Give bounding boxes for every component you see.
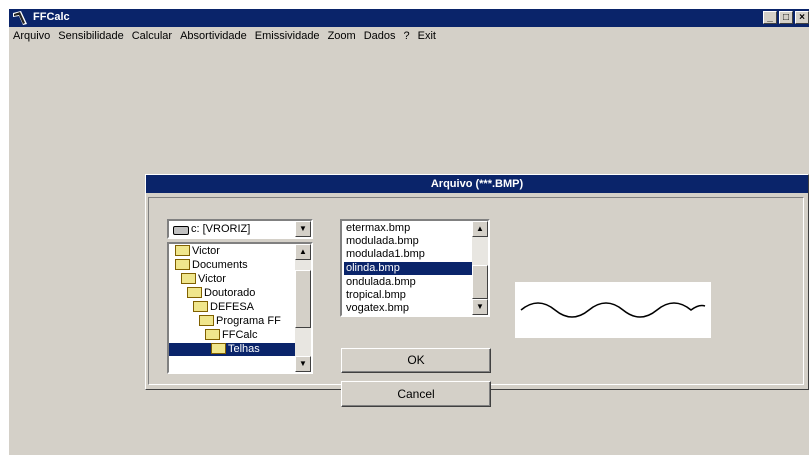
- menu-calcular[interactable]: Calcular: [128, 27, 176, 45]
- file-item[interactable]: etermax.bmp: [344, 222, 476, 235]
- file-item[interactable]: modulada.bmp: [344, 235, 476, 248]
- folder-open-icon: [175, 258, 190, 270]
- directory-item[interactable]: FFCalc: [205, 328, 260, 342]
- file-item[interactable]: vogatex.bmp: [344, 302, 476, 315]
- app-window: FFCalc _ □ × Arquivo Sensibilidade Calcu…: [9, 9, 809, 455]
- folder-open-icon: [211, 342, 226, 354]
- drive-icon: [173, 226, 189, 235]
- directory-list[interactable]: Victor Documents Victor Doutorado DEFESA…: [167, 242, 313, 374]
- folder-open-icon: [199, 314, 214, 326]
- menu-help[interactable]: ?: [399, 27, 413, 45]
- title-bar[interactable]: FFCalc _ □ ×: [9, 9, 809, 27]
- directory-label: Victor: [192, 245, 220, 257]
- dialog-title[interactable]: Arquivo (***.BMP): [146, 175, 808, 193]
- file-scrollbar[interactable]: ▲ ▼: [472, 221, 488, 315]
- directory-label: DEFESA: [210, 301, 255, 313]
- file-item[interactable]: ondulada.bmp: [344, 276, 476, 289]
- directory-item[interactable]: Doutorado: [187, 286, 258, 300]
- ok-button[interactable]: OK: [341, 348, 491, 373]
- directory-label: Doutorado: [204, 287, 256, 299]
- file-item[interactable]: tropical.bmp: [344, 289, 476, 302]
- close-button[interactable]: ×: [795, 11, 809, 24]
- maximize-button[interactable]: □: [779, 11, 793, 24]
- folder-open-icon: [175, 244, 190, 256]
- scroll-up-icon[interactable]: ▲: [472, 221, 488, 237]
- window-title: FFCalc: [33, 11, 70, 23]
- directory-item-selected[interactable]: Telhas: [169, 342, 311, 356]
- file-list[interactable]: etermax.bmp modulada.bmp modulada1.bmp o…: [340, 219, 490, 317]
- dialog-panel: c: [VRORIZ] ▼ Victor Documents Victor Do…: [148, 197, 804, 407]
- menu-exit[interactable]: Exit: [414, 27, 440, 45]
- chevron-down-icon[interactable]: ▼: [295, 221, 311, 237]
- minimize-button[interactable]: _: [763, 11, 777, 24]
- menu-zoom[interactable]: Zoom: [324, 27, 360, 45]
- directory-scrollbar[interactable]: ▲ ▼: [295, 244, 311, 372]
- directory-item[interactable]: Victor: [175, 244, 223, 258]
- cancel-button[interactable]: Cancel: [341, 381, 491, 407]
- directory-label: Documents: [192, 259, 248, 271]
- drive-select[interactable]: c: [VRORIZ] ▼: [167, 219, 313, 239]
- menu-arquivo[interactable]: Arquivo: [9, 27, 54, 45]
- directory-item[interactable]: Programa FF: [199, 314, 284, 328]
- menu-absortividade[interactable]: Absortividade: [176, 27, 251, 45]
- menu-emissividade[interactable]: Emissividade: [251, 27, 324, 45]
- directory-item[interactable]: Victor: [181, 272, 229, 286]
- folder-open-icon: [193, 300, 208, 312]
- file-item-selected[interactable]: olinda.bmp: [344, 262, 476, 275]
- directory-item[interactable]: DEFESA: [193, 300, 257, 314]
- menu-dados[interactable]: Dados: [360, 27, 400, 45]
- folder-open-icon: [205, 328, 220, 340]
- scroll-up-icon[interactable]: ▲: [295, 244, 311, 260]
- file-dialog: Arquivo (***.BMP) c: [VRORIZ] ▼ Victor D…: [145, 174, 809, 407]
- folder-open-icon: [187, 286, 202, 298]
- file-item[interactable]: modulada1.bmp: [344, 248, 476, 261]
- directory-label: Programa FF: [216, 315, 281, 327]
- directory-label: Telhas: [228, 343, 260, 355]
- menu-sensibilidade[interactable]: Sensibilidade: [54, 27, 127, 45]
- profile-preview-image: [515, 282, 711, 338]
- scroll-down-icon[interactable]: ▼: [472, 299, 488, 315]
- directory-label: FFCalc: [222, 329, 258, 341]
- scroll-thumb[interactable]: [295, 270, 311, 328]
- drive-value: c: [VRORIZ]: [191, 223, 251, 235]
- menu-bar: Arquivo Sensibilidade Calcular Absortivi…: [9, 27, 809, 45]
- scroll-down-icon[interactable]: ▼: [295, 356, 311, 372]
- directory-item[interactable]: Documents: [175, 258, 251, 272]
- directory-label: Victor: [198, 273, 226, 285]
- app-icon: [13, 11, 27, 25]
- folder-open-icon: [181, 272, 196, 284]
- scroll-thumb[interactable]: [472, 265, 488, 299]
- window-controls: _ □ ×: [763, 11, 809, 24]
